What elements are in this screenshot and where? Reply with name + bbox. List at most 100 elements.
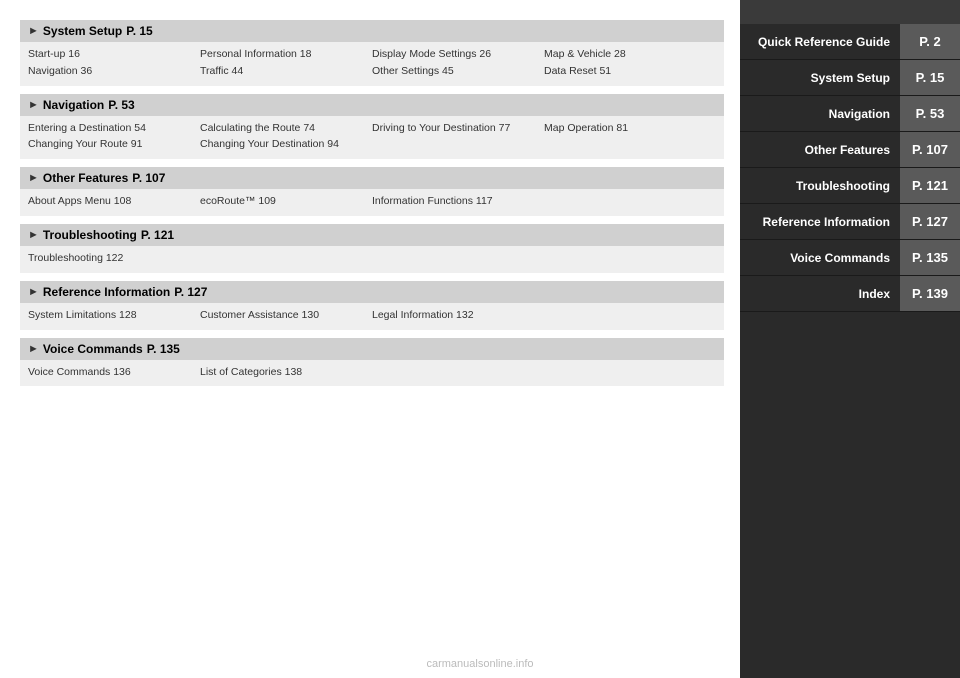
section-cell: Other Settings 45 xyxy=(372,63,544,80)
section-cell: Navigation 36 xyxy=(28,63,200,80)
section-block-3: ► Troubleshooting P. 121 Troubleshooting 1… xyxy=(20,224,724,273)
sidebar-item-label: Index xyxy=(740,277,900,311)
section-cell: Traffic 44 xyxy=(200,63,372,80)
section-row: Troubleshooting 122 xyxy=(28,250,716,267)
sidebar-item-0[interactable]: Quick Reference Guide P. 2 xyxy=(740,24,960,60)
sidebar-item-page: P. 2 xyxy=(900,24,960,59)
sidebar-item-page: P. 53 xyxy=(900,96,960,131)
sidebar-title xyxy=(740,0,960,24)
section-cell: Start-up 16 xyxy=(28,46,200,63)
section-row: About Apps Menu 108ecoRoute™ 109Informat… xyxy=(28,193,716,210)
section-cell: Display Mode Settings 26 xyxy=(372,46,544,63)
arrow-icon: ► xyxy=(28,99,39,111)
section-cell: Customer Assistance 130 xyxy=(200,307,372,324)
sidebar-item-7[interactable]: Index P. 139 xyxy=(740,276,960,312)
section-rows-2: About Apps Menu 108ecoRoute™ 109Informat… xyxy=(20,189,724,216)
section-rows-0: Start-up 16Personal Information 18Displa… xyxy=(20,42,724,86)
section-header-4: ► Reference Information P. 127 xyxy=(20,281,724,303)
section-cell: Troubleshooting 122 xyxy=(28,250,200,267)
sidebar-item-page: P. 135 xyxy=(900,240,960,275)
section-page: P. 135 xyxy=(147,342,180,356)
section-cell xyxy=(200,250,372,267)
section-title: System Setup xyxy=(43,24,122,38)
section-header-5: ►Voice Commands P. 135 xyxy=(20,338,724,360)
section-cell: Voice Commands 136 xyxy=(28,364,200,381)
section-cell: List of Categories 138 xyxy=(200,364,372,381)
section-cell: Calculating the Route 74 xyxy=(200,120,372,137)
section-cell xyxy=(372,250,544,267)
section-page: P. 15 xyxy=(126,24,152,38)
section-cell xyxy=(372,364,544,381)
arrow-icon: ► xyxy=(28,286,39,298)
sidebar-item-2[interactable]: Navigation P. 53 xyxy=(740,96,960,132)
section-title: Voice Commands xyxy=(43,342,143,356)
section-rows-3: Troubleshooting 122 xyxy=(20,246,724,273)
sidebar-item-label: Voice Commands xyxy=(740,241,900,275)
main-content: ► System Setup P. 15 Start-up 16Personal I… xyxy=(0,0,740,678)
section-cell: Changing Your Destination 94 xyxy=(200,136,372,153)
sidebar-item-5[interactable]: Reference Information P. 127 xyxy=(740,204,960,240)
section-page: P. 127 xyxy=(174,285,207,299)
section-cell: Driving to Your Destination 77 xyxy=(372,120,544,137)
sidebar-item-label: Other Features xyxy=(740,133,900,167)
sidebar-item-1[interactable]: System Setup P. 15 xyxy=(740,60,960,96)
sidebar-item-page: P. 139 xyxy=(900,276,960,311)
section-row: System Limitations 128Customer Assistanc… xyxy=(28,307,716,324)
section-cell xyxy=(544,307,716,324)
section-row: Changing Your Route 91Changing Your Dest… xyxy=(28,136,716,153)
sidebar-item-page: P. 121 xyxy=(900,168,960,203)
section-cell: Information Functions 117 xyxy=(372,193,544,210)
section-cell xyxy=(544,364,716,381)
sidebar-item-label: Quick Reference Guide xyxy=(740,25,900,59)
section-cell: About Apps Menu 108 xyxy=(28,193,200,210)
section-block-4: ► Reference Information P. 127 System Limi… xyxy=(20,281,724,330)
section-page: P. 107 xyxy=(132,171,165,185)
sidebar-item-3[interactable]: Other Features P. 107 xyxy=(740,132,960,168)
section-header-2: ► Other Features P. 107 xyxy=(20,167,724,189)
section-page: P. 53 xyxy=(108,98,134,112)
sidebar-item-page: P. 127 xyxy=(900,204,960,239)
sidebar-item-page: P. 15 xyxy=(900,60,960,95)
section-title: Troubleshooting xyxy=(43,228,137,242)
sidebar: Quick Reference Guide P. 2 System Setup … xyxy=(740,0,960,678)
section-cell xyxy=(372,136,544,153)
section-cell: ecoRoute™ 109 xyxy=(200,193,372,210)
sidebar-item-label: Reference Information xyxy=(740,205,900,239)
section-page: P. 121 xyxy=(141,228,174,242)
section-rows-5: Voice Commands 136List of Categories 138 xyxy=(20,360,724,387)
section-cell: System Limitations 128 xyxy=(28,307,200,324)
section-cell: Changing Your Route 91 xyxy=(28,136,200,153)
sidebar-item-6[interactable]: Voice Commands P. 135 xyxy=(740,240,960,276)
arrow-icon: ► xyxy=(28,25,39,37)
sidebar-item-label: Navigation xyxy=(740,97,900,131)
section-rows-4: System Limitations 128Customer Assistanc… xyxy=(20,303,724,330)
section-title: Other Features xyxy=(43,171,128,185)
section-cell: Entering a Destination 54 xyxy=(28,120,200,137)
section-cell: Data Reset 51 xyxy=(544,63,716,80)
sidebar-item-label: System Setup xyxy=(740,61,900,95)
section-title: Reference Information xyxy=(43,285,170,299)
section-cell xyxy=(544,193,716,210)
section-block-5: ►Voice Commands P. 135 Voice Commands 136… xyxy=(20,338,724,387)
section-cell xyxy=(544,250,716,267)
section-cell: Map & Vehicle 28 xyxy=(544,46,716,63)
section-cell: Legal Information 132 xyxy=(372,307,544,324)
arrow-icon: ► xyxy=(28,172,39,184)
arrow-icon: ► xyxy=(28,229,39,241)
section-cell: Personal Information 18 xyxy=(200,46,372,63)
sidebar-item-page: P. 107 xyxy=(900,132,960,167)
section-header-3: ► Troubleshooting P. 121 xyxy=(20,224,724,246)
section-block-2: ► Other Features P. 107 About Apps Menu 10… xyxy=(20,167,724,216)
section-row: Navigation 36Traffic 44Other Settings 45… xyxy=(28,63,716,80)
sidebar-item-label: Troubleshooting xyxy=(740,169,900,203)
section-header-1: ►Navigation P. 53 xyxy=(20,94,724,116)
section-cell: Map Operation 81 xyxy=(544,120,716,137)
section-cell xyxy=(544,136,716,153)
sidebar-item-4[interactable]: Troubleshooting P. 121 xyxy=(740,168,960,204)
section-row: Entering a Destination 54Calculating the… xyxy=(28,120,716,137)
section-row: Voice Commands 136List of Categories 138 xyxy=(28,364,716,381)
section-block-1: ►Navigation P. 53 Entering a Destination … xyxy=(20,94,724,160)
section-block-0: ► System Setup P. 15 Start-up 16Personal I… xyxy=(20,20,724,86)
section-header-0: ► System Setup P. 15 xyxy=(20,20,724,42)
section-rows-1: Entering a Destination 54Calculating the… xyxy=(20,116,724,160)
